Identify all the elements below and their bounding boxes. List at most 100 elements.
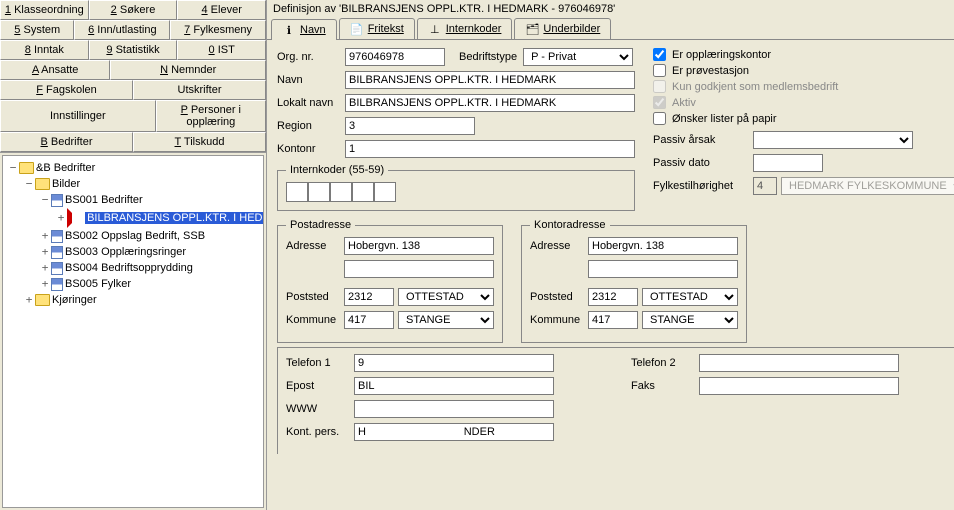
- input-region[interactable]: [345, 117, 475, 135]
- select-kont-kom[interactable]: STANGE: [642, 311, 738, 329]
- label-navn: Navn: [277, 74, 345, 86]
- label-kontpers: Kont. pers.: [286, 426, 354, 438]
- tab-fritekst[interactable]: 📄Fritekst: [339, 18, 415, 39]
- menu-fagskolen[interactable]: F Fagskolen: [0, 80, 133, 100]
- select-post-kom[interactable]: STANGE: [398, 311, 494, 329]
- input-post-adresse[interactable]: [344, 237, 494, 255]
- nav-tree[interactable]: −&B Bedrifter −Bilder −BS001 Bedrifter +…: [2, 155, 264, 508]
- tree-kjoringer[interactable]: Kjøringer: [52, 294, 97, 306]
- group-internkoder: Internkoder (55-59): [277, 164, 635, 211]
- tree-bs004[interactable]: BS004 Bedriftsopprydding: [65, 262, 193, 274]
- expand-icon[interactable]: +: [39, 244, 51, 259]
- check-onskerlister[interactable]: [653, 112, 666, 125]
- menu-inntak[interactable]: 8 Inntak: [0, 40, 89, 60]
- menu-grid: 1 Klasseordning 2 Søkere 4 Elever 5 Syst…: [0, 0, 266, 153]
- label-lokaltnavn: Lokalt navn: [277, 97, 345, 109]
- menu-bedrifter[interactable]: B Bedrifter: [0, 132, 133, 152]
- check-opplkontor[interactable]: [653, 48, 666, 61]
- form-icon: [51, 230, 63, 243]
- input-www[interactable]: [354, 400, 554, 418]
- expand-icon[interactable]: +: [55, 210, 67, 225]
- menu-klasseordning[interactable]: 1 Klasseordning: [0, 0, 89, 20]
- menu-ist[interactable]: 0 IST: [177, 40, 266, 60]
- expand-icon[interactable]: +: [39, 260, 51, 275]
- label-kont-poststed: Poststed: [530, 291, 588, 303]
- tree-bs002[interactable]: BS002 Oppslag Bedrift, SSB: [65, 230, 205, 242]
- menu-nemnder[interactable]: N Nemnder: [110, 60, 266, 80]
- menu-utskrifter[interactable]: Utskrifter: [133, 80, 266, 100]
- input-telefon2[interactable]: [699, 354, 899, 372]
- input-code1[interactable]: [286, 182, 308, 202]
- input-epost[interactable]: [354, 377, 554, 395]
- input-kont-nr[interactable]: [588, 288, 638, 306]
- expand-icon[interactable]: −: [39, 192, 51, 207]
- input-navn[interactable]: [345, 71, 635, 89]
- input-kontonr[interactable]: [345, 140, 635, 158]
- input-kont-adresse2[interactable]: [588, 260, 738, 278]
- expand-icon[interactable]: +: [39, 228, 51, 243]
- menu-innstillinger[interactable]: Innstillinger: [0, 100, 156, 132]
- label-post-poststed: Poststed: [286, 291, 344, 303]
- menu-fylkesmeny[interactable]: 7 Fylkesmeny: [170, 20, 266, 40]
- input-code3[interactable]: [330, 182, 352, 202]
- label-telefon2: Telefon 2: [631, 357, 699, 369]
- input-code4[interactable]: [352, 182, 374, 202]
- menu-sokere[interactable]: 2 Søkere: [89, 0, 178, 20]
- check-provestasjon[interactable]: [653, 64, 666, 77]
- tree-bs003[interactable]: BS003 Opplæringsringer: [65, 246, 186, 258]
- label-faks: Faks: [631, 380, 699, 392]
- label-orgnr: Org. nr.: [277, 51, 345, 63]
- tree-selected[interactable]: BILBRANSJENS OPPL.KTR. I HED: [85, 212, 264, 224]
- tree-bilder[interactable]: Bilder: [52, 178, 80, 190]
- tab-navn[interactable]: ℹNavn: [271, 19, 337, 40]
- tab-underbilder[interactable]: 🗂Underbilder: [514, 18, 611, 39]
- label-telefon1: Telefon 1: [286, 357, 354, 369]
- label-post-adresse: Adresse: [286, 240, 344, 252]
- input-post-nr[interactable]: [344, 288, 394, 306]
- input-faks[interactable]: [699, 377, 899, 395]
- tree-bs005[interactable]: BS005 Fylker: [65, 278, 131, 290]
- input-code2[interactable]: [308, 182, 330, 202]
- select-bedriftstype[interactable]: P - Privat: [523, 48, 633, 66]
- tab-internkoder[interactable]: ⊥Internkoder: [417, 18, 513, 39]
- flag-icon: [67, 208, 82, 228]
- tree-root[interactable]: &B Bedrifter: [36, 162, 95, 174]
- right-panel: Definisjon av 'BILBRANSJENS OPPL.KTR. I …: [267, 0, 954, 510]
- label-opplkontor: Er opplæringskontor: [672, 49, 771, 61]
- tree-bs001[interactable]: BS001 Bedrifter: [65, 194, 143, 206]
- menu-innutlasting[interactable]: 6 Inn/utlasting: [74, 20, 170, 40]
- menu-personer[interactable]: P Personer i opplæring: [156, 100, 266, 132]
- input-telefon1[interactable]: [354, 354, 554, 372]
- input-post-adresse2[interactable]: [344, 260, 494, 278]
- input-post-komnr[interactable]: [344, 311, 394, 329]
- label-kont-kommune: Kommune: [530, 314, 588, 326]
- input-kont-komnr[interactable]: [588, 311, 638, 329]
- label-epost: Epost: [286, 380, 354, 392]
- menu-statistikk[interactable]: 9 Statistikk: [89, 40, 178, 60]
- select-post-sted[interactable]: OTTESTAD: [398, 288, 494, 306]
- menu-elever[interactable]: 4 Elever: [177, 0, 266, 20]
- check-kungodkjent: [653, 80, 666, 93]
- input-kont-adresse[interactable]: [588, 237, 738, 255]
- select-passivarsak[interactable]: [753, 131, 913, 149]
- select-fylkesnavn: HEDMARK FYLKESKOMMUNE: [781, 177, 954, 195]
- input-passivdato[interactable]: [753, 154, 823, 172]
- form-icon: [51, 246, 63, 259]
- expand-icon[interactable]: −: [23, 176, 35, 191]
- expand-icon[interactable]: +: [39, 276, 51, 291]
- input-lokaltnavn[interactable]: [345, 94, 635, 112]
- text-icon: 📄: [350, 22, 364, 36]
- expand-icon[interactable]: +: [23, 292, 35, 307]
- form-icon: [51, 262, 63, 275]
- menu-system[interactable]: 5 System: [0, 20, 74, 40]
- input-orgnr[interactable]: [345, 48, 445, 66]
- menu-ansatte[interactable]: A Ansatte: [0, 60, 110, 80]
- menu-tilskudd[interactable]: T Tilskudd: [133, 132, 266, 152]
- input-code5[interactable]: [374, 182, 396, 202]
- select-kont-sted[interactable]: OTTESTAD: [642, 288, 738, 306]
- label-post-kommune: Kommune: [286, 314, 344, 326]
- input-kontpers[interactable]: [354, 423, 554, 441]
- label-fylkest: Fylkestilhørighet: [653, 180, 753, 192]
- check-aktiv: [653, 96, 666, 109]
- expand-icon[interactable]: −: [7, 160, 19, 175]
